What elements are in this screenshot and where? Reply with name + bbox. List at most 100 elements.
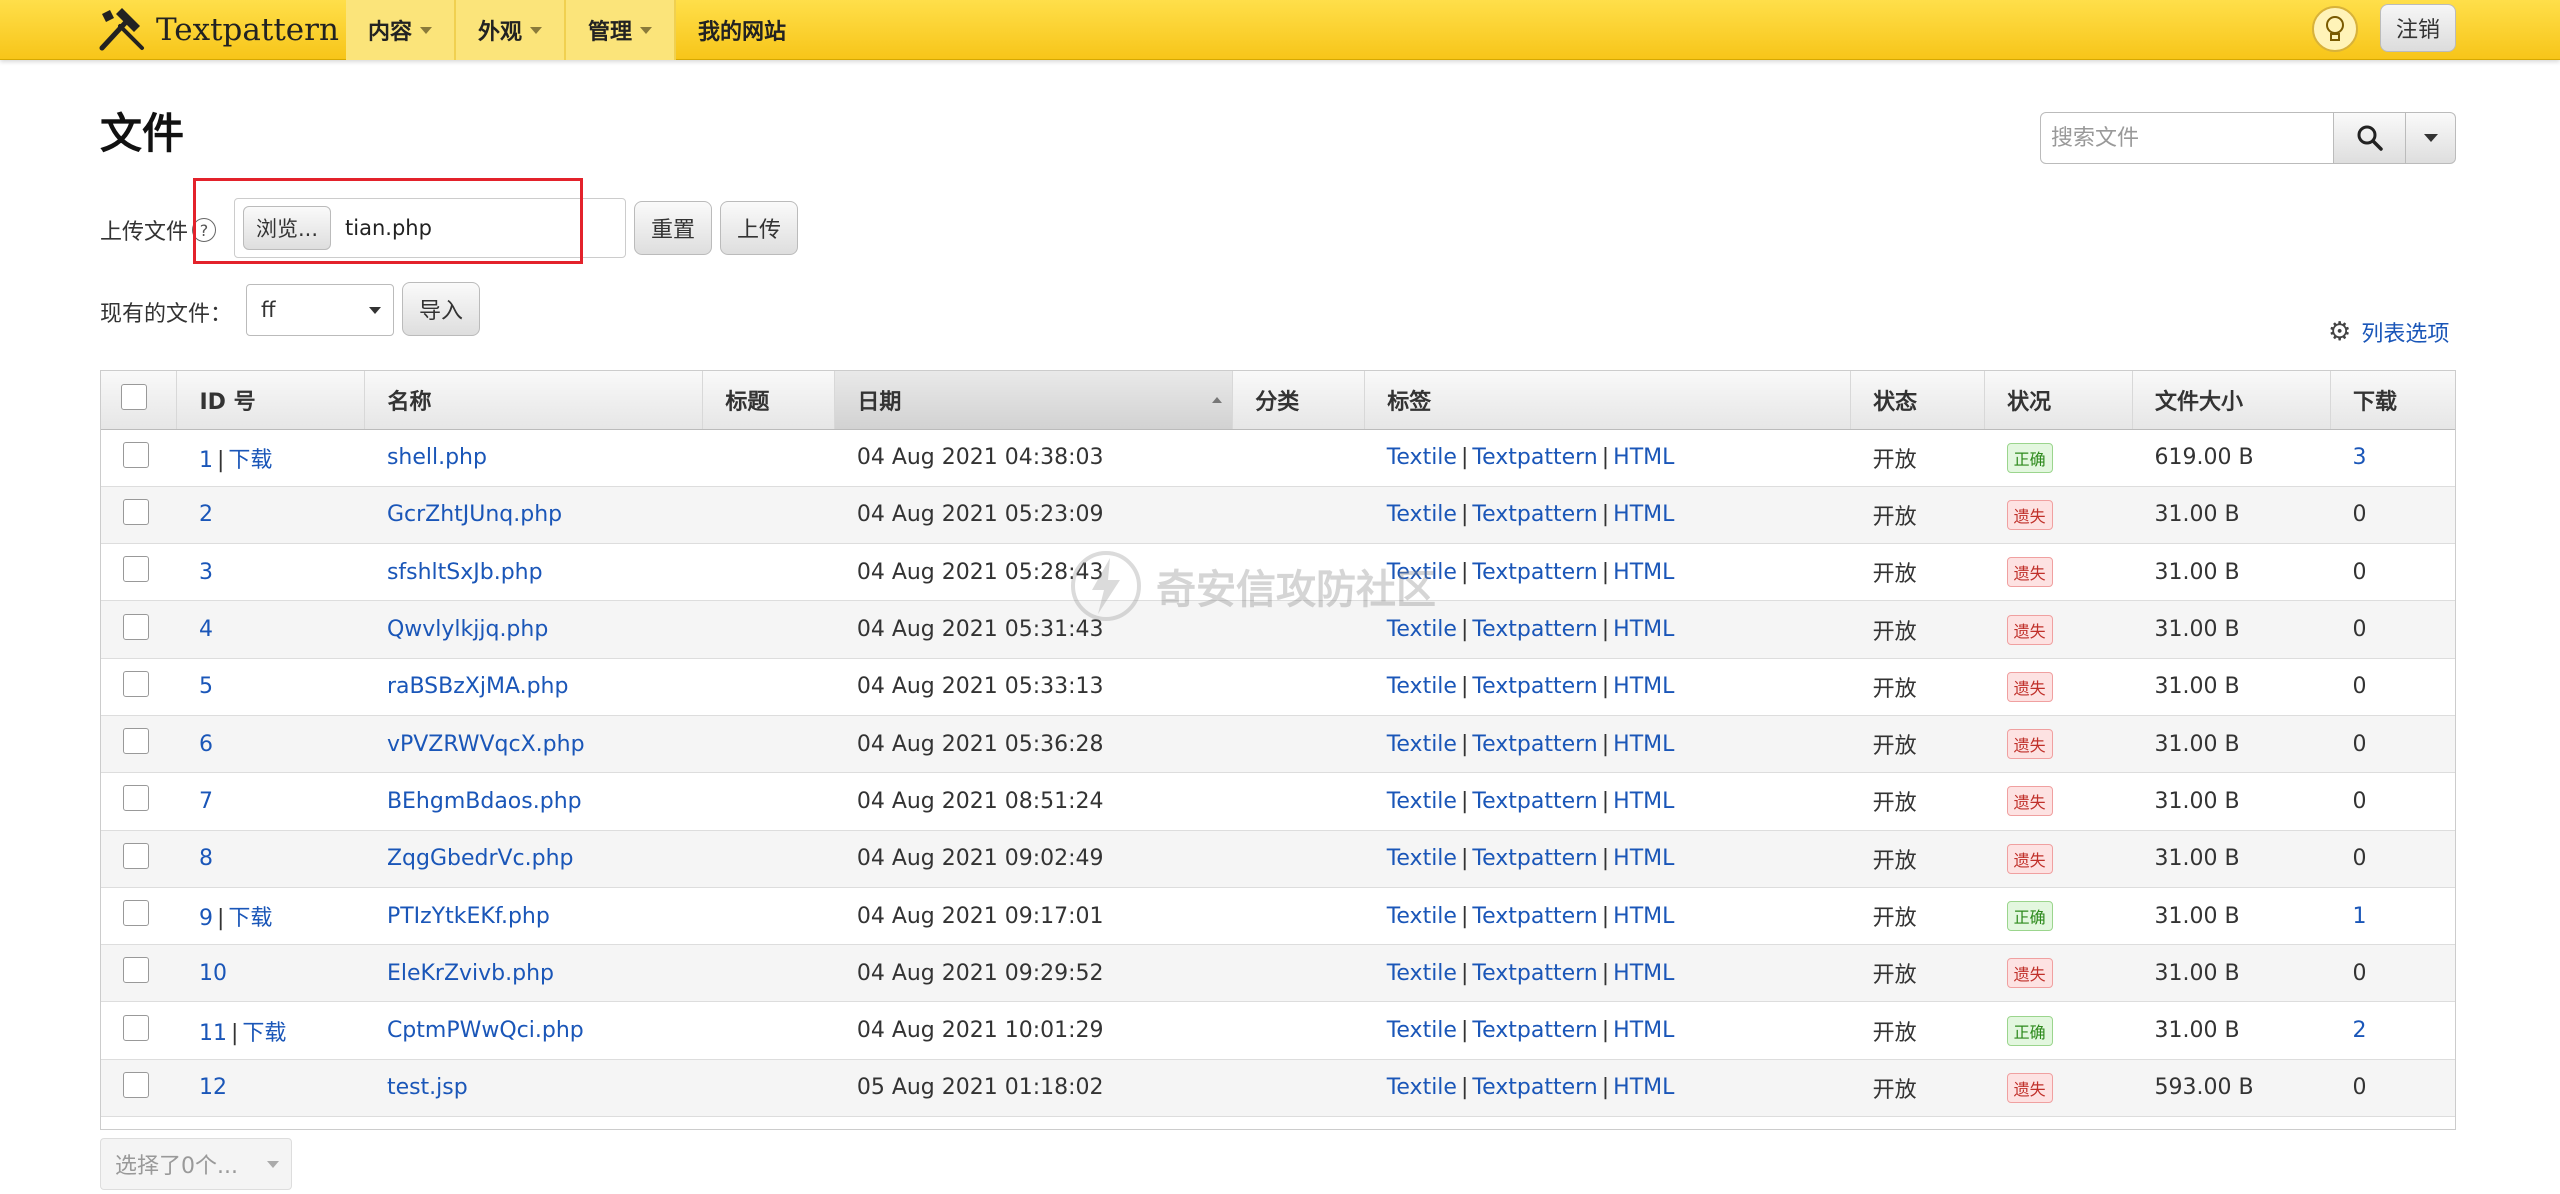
row-checkbox[interactable] — [123, 498, 149, 525]
column-header-id[interactable]: ID 号 — [176, 371, 366, 430]
row-checkbox[interactable] — [123, 670, 149, 697]
file-id-link[interactable]: 3 — [199, 560, 213, 585]
tag-link[interactable]: Textile — [1387, 961, 1457, 986]
column-header-size[interactable]: 文件大小 — [2132, 371, 2331, 430]
tag-link[interactable]: HTML — [1613, 617, 1674, 642]
file-name-link[interactable]: PTIzYtkEKf.php — [387, 904, 550, 929]
import-button[interactable]: 导入 — [402, 282, 480, 336]
row-checkbox[interactable] — [123, 556, 149, 583]
download-link[interactable]: 下载 — [242, 1021, 286, 1046]
file-name-link[interactable]: ZqgGbedrVc.php — [387, 846, 574, 871]
file-id-link[interactable]: 7 — [199, 789, 213, 814]
file-name-link[interactable]: shell.php — [387, 445, 487, 470]
tag-link[interactable]: HTML — [1613, 904, 1674, 929]
file-name-link[interactable]: test.jsp — [387, 1075, 468, 1100]
upload-button[interactable]: 上传 — [720, 201, 798, 255]
lightbulb-icon[interactable] — [2312, 6, 2358, 52]
tag-link[interactable]: HTML — [1613, 560, 1674, 585]
tag-link[interactable]: Textile — [1387, 674, 1457, 699]
file-id-link[interactable]: 4 — [199, 617, 213, 642]
file-name-link[interactable]: BEhgmBdaos.php — [387, 789, 582, 814]
row-checkbox[interactable] — [123, 785, 149, 812]
tag-link[interactable]: Textpattern — [1472, 445, 1597, 470]
file-name-link[interactable]: sfshltSxJb.php — [387, 560, 543, 585]
tag-link[interactable]: HTML — [1613, 846, 1674, 871]
download-count[interactable]: 3 — [2352, 445, 2366, 470]
nav-item-3[interactable]: 我的网站 — [676, 0, 808, 60]
row-checkbox[interactable] — [123, 842, 149, 869]
file-id-link[interactable]: 2 — [199, 502, 213, 527]
file-id-link[interactable]: 9 — [199, 906, 213, 931]
search-options-button[interactable] — [2406, 112, 2456, 164]
row-checkbox[interactable] — [123, 728, 149, 755]
column-header-date[interactable]: 日期 — [834, 371, 1234, 430]
tag-link[interactable]: Textile — [1387, 846, 1457, 871]
search-input[interactable] — [2040, 112, 2334, 164]
file-name-link[interactable]: EleKrZvivb.php — [387, 961, 554, 986]
row-checkbox[interactable] — [123, 613, 149, 640]
column-header-name[interactable]: 名称 — [364, 371, 704, 430]
tag-link[interactable]: Textpattern — [1472, 961, 1597, 986]
logo[interactable]: Textpattern — [96, 6, 339, 54]
row-checkbox[interactable] — [123, 1014, 149, 1041]
download-count[interactable]: 2 — [2352, 1018, 2366, 1043]
tag-link[interactable]: HTML — [1613, 961, 1674, 986]
row-checkbox[interactable] — [123, 1071, 149, 1098]
nav-item-1[interactable]: 外观 — [456, 0, 565, 60]
file-id-link[interactable]: 1 — [199, 448, 213, 473]
tag-link[interactable]: HTML — [1613, 674, 1674, 699]
tag-link[interactable]: Textpattern — [1472, 1018, 1597, 1043]
row-checkbox[interactable] — [123, 900, 149, 927]
tag-link[interactable]: Textpattern — [1472, 789, 1597, 814]
tag-link[interactable]: HTML — [1613, 445, 1674, 470]
column-header-category[interactable]: 分类 — [1232, 371, 1366, 430]
nav-item-2[interactable]: 管理 — [566, 0, 675, 60]
row-checkbox[interactable] — [123, 441, 149, 468]
list-options-link[interactable]: ⚙ 列表选项 — [2328, 316, 2449, 348]
tag-link[interactable]: HTML — [1613, 789, 1674, 814]
tag-link[interactable]: Textile — [1387, 732, 1457, 757]
tag-link[interactable]: Textpattern — [1472, 1075, 1597, 1100]
tag-link[interactable]: HTML — [1613, 1018, 1674, 1043]
bulk-action-select[interactable]: 选择了0个... — [100, 1138, 292, 1190]
tag-link[interactable]: Textpattern — [1472, 846, 1597, 871]
search-button[interactable] — [2334, 112, 2406, 164]
nav-item-0[interactable]: 内容 — [346, 0, 455, 60]
column-header-condition[interactable]: 状况 — [1984, 371, 2134, 430]
select-all-checkbox[interactable] — [121, 383, 147, 410]
column-header-status[interactable]: 状态 — [1850, 371, 1986, 430]
row-checkbox[interactable] — [123, 957, 149, 984]
tag-link[interactable]: Textpattern — [1472, 560, 1597, 585]
tag-link[interactable]: Textile — [1387, 1075, 1457, 1100]
tag-link[interactable]: Textile — [1387, 904, 1457, 929]
tag-link[interactable]: Textpattern — [1472, 674, 1597, 699]
existing-file-select[interactable]: ff — [246, 284, 394, 336]
download-link[interactable]: 下载 — [228, 906, 272, 931]
tag-link[interactable]: Textpattern — [1472, 732, 1597, 757]
download-link[interactable]: 下载 — [228, 448, 272, 473]
tag-link[interactable]: Textile — [1387, 789, 1457, 814]
tag-link[interactable]: Textile — [1387, 502, 1457, 527]
file-name-link[interactable]: GcrZhtJUnq.php — [387, 502, 562, 527]
column-header-title[interactable]: 标题 — [702, 371, 836, 430]
file-id-link[interactable]: 6 — [199, 732, 213, 757]
reset-button[interactable]: 重置 — [634, 201, 712, 255]
tag-link[interactable]: HTML — [1613, 1075, 1674, 1100]
tag-link[interactable]: HTML — [1613, 732, 1674, 757]
tag-link[interactable]: Textile — [1387, 445, 1457, 470]
column-header-downloads[interactable]: 下载 — [2330, 371, 2455, 430]
file-name-link[interactable]: Qwvlylkjjq.php — [387, 617, 548, 642]
tag-link[interactable]: Textpattern — [1472, 904, 1597, 929]
tag-link[interactable]: Textpattern — [1472, 502, 1597, 527]
download-count[interactable]: 1 — [2352, 904, 2366, 929]
file-name-link[interactable]: vPVZRWVqcX.php — [387, 732, 585, 757]
file-name-link[interactable]: CptmPWwQci.php — [387, 1018, 584, 1043]
tag-link[interactable]: HTML — [1613, 502, 1674, 527]
file-name-link[interactable]: raBSBzXjMA.php — [387, 674, 569, 699]
logout-button[interactable]: 注销 — [2380, 4, 2456, 52]
file-id-link[interactable]: 5 — [199, 674, 213, 699]
file-id-link[interactable]: 10 — [199, 961, 227, 986]
tag-link[interactable]: Textpattern — [1472, 617, 1597, 642]
file-id-link[interactable]: 11 — [199, 1021, 227, 1046]
file-id-link[interactable]: 12 — [199, 1075, 227, 1100]
